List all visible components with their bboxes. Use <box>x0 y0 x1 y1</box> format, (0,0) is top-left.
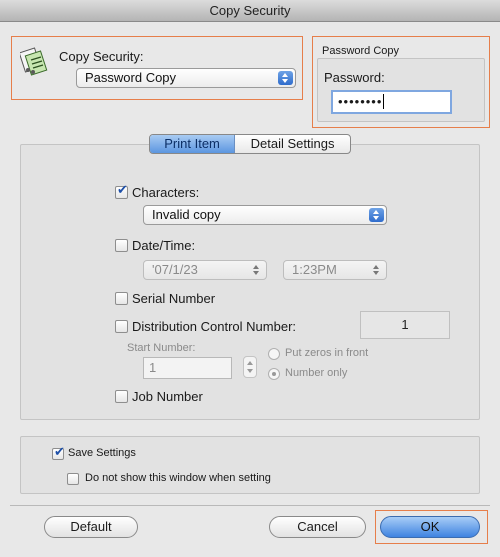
distribution-control-label: Distribution Control Number: <box>132 319 297 334</box>
ok-button[interactable]: OK <box>380 516 480 538</box>
time-value: 1:23PM <box>292 262 337 277</box>
settings-group <box>20 436 480 494</box>
date-time-checkbox[interactable] <box>115 239 128 252</box>
chevron-updown-icon <box>369 208 384 222</box>
number-only-label: Number only <box>285 367 348 379</box>
copy-security-select[interactable]: Password Copy <box>76 68 296 88</box>
password-value: •••••••• <box>338 94 383 109</box>
start-number-stepper[interactable] <box>243 356 257 378</box>
job-number-checkbox[interactable] <box>115 390 128 403</box>
do-not-show-checkbox[interactable] <box>67 473 79 485</box>
print-items-group <box>20 144 480 420</box>
copy-security-label: Copy Security: <box>59 49 144 64</box>
window-title: Copy Security <box>0 0 500 22</box>
tab-detail-settings[interactable]: Detail Settings <box>235 135 350 153</box>
password-field[interactable]: •••••••• <box>331 90 452 114</box>
serial-number-checkbox[interactable] <box>115 292 128 305</box>
cancel-button[interactable]: Cancel <box>269 516 366 538</box>
characters-value: Invalid copy <box>152 207 221 222</box>
distribution-control-checkbox[interactable] <box>115 320 128 333</box>
date-time-label: Date/Time: <box>132 238 196 253</box>
save-settings-label: Save Settings <box>68 447 136 459</box>
put-zeros-radio[interactable] <box>268 348 280 360</box>
characters-select[interactable]: Invalid copy <box>143 205 387 225</box>
distribution-control-value: 1 <box>401 317 409 332</box>
copy-security-value: Password Copy <box>85 70 177 85</box>
password-label: Password: <box>324 70 385 85</box>
distribution-control-field[interactable]: 1 <box>360 311 450 339</box>
start-number-field[interactable]: 1 <box>143 357 232 379</box>
tab-bar: Print Item Detail Settings <box>149 134 351 154</box>
serial-number-label: Serial Number <box>132 291 216 306</box>
start-number-value: 1 <box>149 360 157 375</box>
save-settings-checkbox[interactable] <box>52 445 65 460</box>
characters-checkbox[interactable] <box>115 183 128 199</box>
chevron-updown-icon <box>249 263 264 277</box>
tab-print-item[interactable]: Print Item <box>150 135 236 153</box>
chevron-updown-icon <box>278 71 293 85</box>
job-number-label: Job Number <box>132 389 203 404</box>
characters-label: Characters: <box>132 185 200 200</box>
chevron-updown-icon <box>369 263 384 277</box>
put-zeros-label: Put zeros in front <box>285 347 369 359</box>
start-number-label: Start Number: <box>127 342 196 354</box>
time-select[interactable]: 1:23PM <box>283 260 387 280</box>
date-value: '07/1/23 <box>152 262 198 277</box>
number-only-radio[interactable] <box>268 368 280 380</box>
divider <box>10 505 490 506</box>
password-copy-title: Password Copy <box>322 45 400 57</box>
date-select[interactable]: '07/1/23 <box>143 260 267 280</box>
default-button[interactable]: Default <box>44 516 138 538</box>
do-not-show-label: Do not show this window when setting <box>85 472 271 484</box>
copy-security-icon <box>18 46 48 78</box>
